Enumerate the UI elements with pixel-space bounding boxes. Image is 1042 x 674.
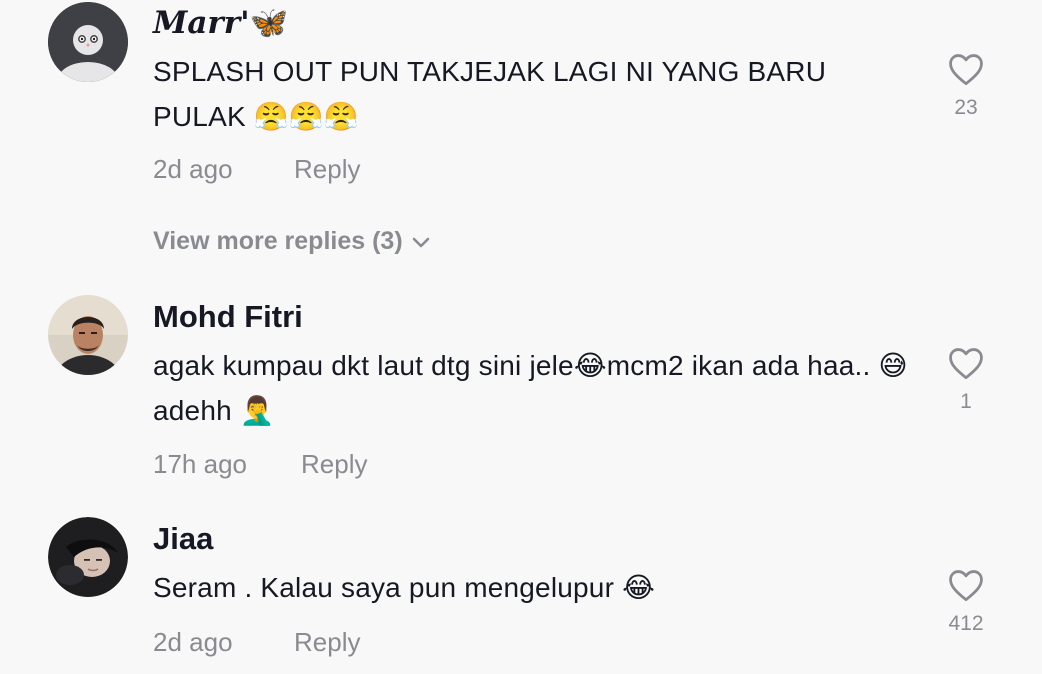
butterfly-emoji: 🦋	[249, 5, 289, 41]
like-count: 1	[960, 390, 972, 413]
avatar[interactable]	[48, 517, 128, 597]
chevron-down-icon	[412, 238, 429, 248]
reply-button[interactable]: Reply	[301, 449, 367, 479]
heart-outline-icon	[949, 570, 983, 602]
comment-item: Marr'🦋 SPLASH OUT PUN TAKJEJAK LAGI NI Y…	[0, 0, 1042, 270]
username[interactable]: Jiaa	[153, 521, 213, 557]
reply-button[interactable]: Reply	[294, 154, 360, 184]
comment-text: SPLASH OUT PUN TAKJEJAK LAGI NI YANG BAR…	[153, 56, 827, 132]
like-button[interactable]: 23	[940, 52, 992, 120]
timestamp: 17h ago	[153, 449, 247, 479]
avatar[interactable]	[48, 2, 128, 82]
comment-meta: 2d ago Reply	[153, 154, 360, 185]
like-button[interactable]: 412	[940, 568, 992, 636]
username[interactable]: Mohd Fitri	[153, 299, 303, 335]
like-count: 412	[948, 612, 984, 635]
avatar[interactable]	[48, 295, 128, 375]
view-more-replies-label: View more replies (3)	[153, 227, 403, 255]
username[interactable]: Marr'🦋	[153, 4, 288, 41]
comment-meta: 2d ago Reply	[153, 627, 360, 658]
like-button[interactable]: 1	[940, 346, 992, 414]
comment-text: agak kumpau dkt laut dtg sini jele😂mcm2 …	[153, 350, 908, 426]
heart-outline-icon	[949, 54, 983, 86]
reply-button[interactable]: Reply	[294, 627, 360, 657]
comment-meta: 17h ago Reply	[153, 449, 367, 480]
view-more-replies-button[interactable]: View more replies (3)	[153, 227, 431, 256]
timestamp: 2d ago	[153, 154, 233, 184]
like-count: 23	[954, 96, 978, 119]
heart-outline-icon	[949, 348, 983, 380]
comment-text: Seram . Kalau saya pun mengelupur 😂	[153, 572, 655, 603]
timestamp: 2d ago	[153, 627, 233, 657]
